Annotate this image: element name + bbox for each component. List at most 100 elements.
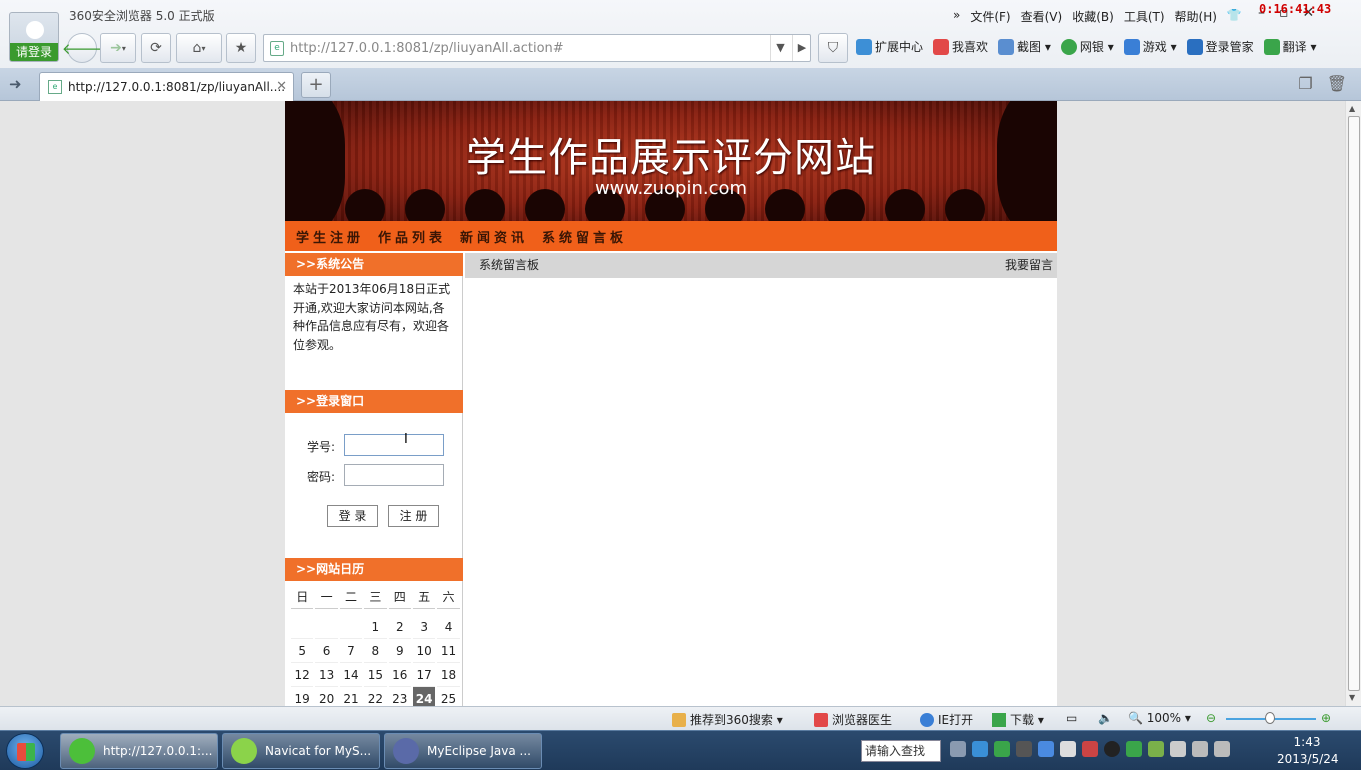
tray-app-icon[interactable]: [1016, 741, 1032, 757]
message-board-title: 系统留言板: [479, 258, 540, 272]
taskbar-search-input[interactable]: 请输入查找: [861, 740, 941, 762]
tray-app-icon[interactable]: [1082, 741, 1098, 757]
student-id-input[interactable]: [344, 434, 444, 456]
message-board-header: 系统留言板 我要留言: [465, 253, 1057, 278]
new-tab-button[interactable]: +: [301, 72, 331, 98]
scroll-up-icon[interactable]: ▲: [1349, 104, 1355, 113]
leave-message-link[interactable]: 我要留言: [1005, 253, 1053, 278]
zoom-out-icon[interactable]: ⊖: [1206, 711, 1216, 725]
site-nav: 学生注册 作品列表 新闻资讯 系统留言板: [285, 221, 1057, 251]
volume-icon[interactable]: [1214, 741, 1230, 757]
website: 学生作品展示评分网站 www.zuopin.com 学生注册 作品列表 新闻资讯…: [285, 101, 1057, 706]
tab-close-icon[interactable]: ✕: [276, 79, 287, 94]
screenshot-button[interactable]: 截图 ▾: [998, 38, 1051, 55]
ie-open-button[interactable]: IE打开: [920, 711, 973, 728]
login-button[interactable]: 登 录: [327, 505, 378, 527]
network-icon[interactable]: [1192, 741, 1208, 757]
menu-view[interactable]: 查看(V): [1021, 8, 1063, 25]
weekday-wed: 三: [364, 585, 387, 609]
clock-time: 1:43: [1293, 735, 1321, 749]
calendar-day: 13: [315, 663, 338, 687]
favorite-button[interactable]: ★: [226, 33, 256, 63]
keyboard-icon[interactable]: [950, 741, 966, 757]
go-icon[interactable]: ▶: [792, 35, 811, 61]
nav-works-list[interactable]: 作品列表: [378, 227, 446, 246]
qq-icon[interactable]: [1104, 741, 1120, 757]
password-label: 密码:: [307, 470, 336, 484]
skin-icon[interactable]: 👕: [1227, 8, 1242, 25]
system-tray: [950, 741, 1230, 757]
calendar-day: 19: [291, 687, 313, 706]
translate-button[interactable]: 翻译 ▾: [1263, 38, 1316, 55]
bank-icon: [1060, 38, 1077, 55]
start-button[interactable]: [6, 733, 44, 769]
scroll-down-icon[interactable]: ▼: [1349, 693, 1355, 702]
windows-logo-icon: [17, 743, 35, 761]
nav-message-board[interactable]: 系统留言板: [542, 227, 627, 246]
trash-icon[interactable]: 🗑: [1327, 74, 1347, 93]
restore-tabs-icon[interactable]: ❐: [1298, 74, 1312, 93]
tray-app-icon[interactable]: [1126, 741, 1142, 757]
calendar-today: 24: [412, 687, 436, 706]
browser-doctor-button[interactable]: 浏览器医生: [814, 711, 892, 728]
back-arrow-icon: 🡐: [61, 39, 103, 58]
url-input[interactable]: [290, 38, 760, 58]
like-button[interactable]: 我喜欢: [933, 38, 988, 55]
game-icon: [1123, 38, 1140, 55]
forward-button[interactable]: ➔ ▾: [100, 33, 136, 63]
login-manager-button[interactable]: 登录管家: [1186, 38, 1254, 55]
calendar-day: 4: [437, 615, 460, 639]
recommend-360-button[interactable]: 推荐到360搜索 ▾: [672, 711, 783, 728]
taskbar-myeclipse[interactable]: MyEclipse Java ...: [384, 733, 542, 769]
back-button[interactable]: 🡐: [62, 33, 102, 63]
calendar-day: 23: [389, 687, 411, 706]
vertical-scrollbar[interactable]: ▲ ▼: [1345, 101, 1361, 706]
game-button[interactable]: 游戏 ▾: [1123, 38, 1177, 55]
calendar-day: 14: [339, 663, 363, 687]
tray-app-icon[interactable]: [1148, 741, 1164, 757]
nav-student-register[interactable]: 学生注册: [296, 227, 364, 246]
nav-news[interactable]: 新闻资讯: [460, 227, 528, 246]
zoom-in-icon[interactable]: ⊕: [1321, 711, 1331, 725]
menu-bar: » 文件(F) 查看(V) 收藏(B) 工具(T) 帮助(H) 👕: [953, 8, 1242, 25]
window-mode-icon[interactable]: ▭: [1066, 711, 1077, 725]
extension-center-button[interactable]: 扩展中心: [856, 38, 923, 55]
home-button[interactable]: ⌂ ▾: [176, 33, 222, 63]
security-button[interactable]: ⛉: [818, 33, 848, 63]
refresh-button[interactable]: ⟳: [141, 33, 171, 63]
menu-tools[interactable]: 工具(T): [1124, 8, 1165, 25]
notice-text: 本站于2013年06月18日正式开通,欢迎大家访问本网站,各种作品信息应有尽有，…: [293, 282, 451, 352]
address-bar[interactable]: e ▼ ▶: [263, 34, 811, 62]
zoom-control[interactable]: 🔍 100% ▾: [1128, 711, 1191, 725]
download-button[interactable]: 下载 ▾: [992, 711, 1044, 728]
register-button[interactable]: 注 册: [388, 505, 439, 527]
tray-app-icon[interactable]: [1170, 741, 1186, 757]
tab-current[interactable]: e http://127.0.0.1:8081/zp/liuyanAll....…: [39, 72, 294, 101]
taskbar-navicat[interactable]: Navicat for MyS...: [222, 733, 380, 769]
menu-help[interactable]: 帮助(H): [1175, 8, 1217, 25]
taskbar-browser[interactable]: http://127.0.0.1:...: [60, 733, 218, 769]
tray-app-icon[interactable]: [972, 741, 988, 757]
menu-expand-icon[interactable]: »: [953, 8, 960, 25]
sidebar-toggle-icon[interactable]: ➜: [9, 75, 22, 93]
tray-app-icon[interactable]: [1060, 741, 1076, 757]
thumbs-up-icon: [672, 712, 686, 727]
user-avatar[interactable]: 请登录: [9, 12, 59, 62]
menu-file[interactable]: 文件(F): [970, 8, 1010, 25]
weekday-tue: 二: [339, 585, 363, 609]
url-dropdown-icon[interactable]: ▼: [770, 35, 790, 61]
calendar-day: 15: [364, 663, 387, 687]
tray-app-icon[interactable]: [994, 741, 1010, 757]
zoom-slider-knob[interactable]: [1265, 712, 1275, 724]
volume-icon[interactable]: 🔈: [1098, 711, 1113, 725]
tray-app-icon[interactable]: [1038, 741, 1054, 757]
bank-button[interactable]: 网银 ▾: [1060, 38, 1114, 55]
login-label[interactable]: 请登录: [10, 43, 58, 61]
taskbar-clock[interactable]: 1:43 2013/5/24: [1277, 734, 1339, 768]
calendar-day: 21: [340, 687, 362, 706]
password-input[interactable]: [344, 464, 444, 486]
calendar-day: 9: [388, 639, 411, 663]
refresh-icon: ⟳: [150, 40, 162, 56]
scrollbar-thumb[interactable]: [1348, 116, 1360, 691]
menu-favorites[interactable]: 收藏(B): [1072, 8, 1114, 25]
